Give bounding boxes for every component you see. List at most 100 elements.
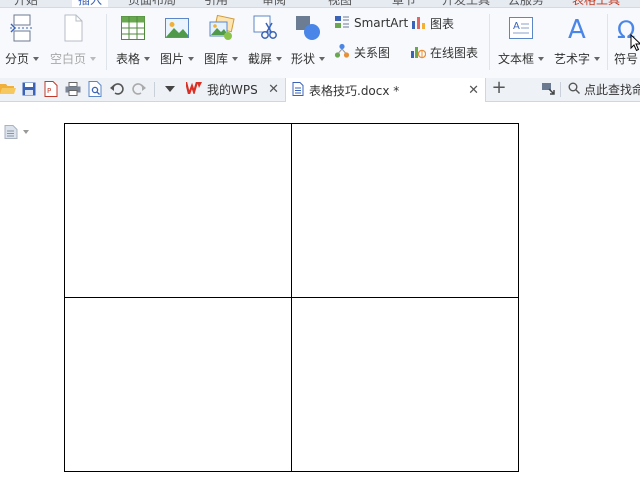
shape-button[interactable]: 形状: [289, 8, 327, 70]
undo-icon[interactable]: [109, 81, 125, 97]
svg-text:A: A: [513, 21, 520, 32]
mouse-cursor-icon: [630, 33, 640, 55]
new-tab-plus-icon[interactable]: +: [490, 77, 508, 98]
menu-tab-developer[interactable]: 开发工具: [442, 0, 490, 7]
table-button[interactable]: 表格: [113, 8, 153, 70]
menu-tab-review[interactable]: 审阅: [262, 0, 286, 7]
gallery-dropdown-caret[interactable]: [232, 56, 238, 61]
page-break-dropdown-caret[interactable]: [33, 56, 39, 61]
relation-chart-button[interactable]: 关系图: [334, 42, 390, 62]
screenshot-dropdown-caret[interactable]: [276, 56, 282, 61]
blank-page-icon: [59, 13, 87, 43]
ribbon-separator: [489, 14, 490, 70]
tab-document-label: 表格技巧.docx *: [309, 83, 400, 98]
tab-my-wps[interactable]: 我的WPS ✕: [180, 78, 285, 101]
shape-dropdown-caret[interactable]: [319, 56, 325, 61]
smartart-button[interactable]: SmartArt: [334, 13, 408, 33]
picture-label: 图片: [159, 52, 184, 66]
page-break-button[interactable]: 分页: [3, 8, 41, 70]
shapes-icon: [294, 13, 322, 43]
gallery-icon: [207, 13, 235, 43]
relation-chart-icon: [334, 43, 350, 62]
table-label: 表格: [115, 52, 140, 66]
table-cell[interactable]: [64, 297, 292, 472]
table-row: [64, 297, 519, 472]
print-preview-icon[interactable]: [87, 81, 103, 97]
ribbon-separator: [106, 14, 107, 70]
textbox-button[interactable]: A 文本框: [496, 8, 546, 70]
relation-chart-label: 关系图: [354, 45, 391, 60]
chart-button[interactable]: 图表: [410, 13, 454, 33]
blank-page-dropdown-caret: [90, 56, 96, 61]
navigation-pane-toggle[interactable]: [4, 125, 29, 139]
workspace-icon[interactable]: [540, 81, 556, 97]
bar-chart-icon: [410, 14, 426, 33]
table-icon: [119, 13, 147, 43]
menu-tab-insert[interactable]: 插入: [72, 0, 109, 7]
document-tab-bar: P 我的WPS ✕ 表格技巧.docx * ✕ + 点此查找命令: [0, 77, 640, 102]
gallery-button[interactable]: 图库: [202, 8, 240, 70]
blank-page-button[interactable]: 空白页: [47, 8, 99, 70]
quick-access-dropdown-icon[interactable]: [161, 81, 177, 97]
smartart-label: SmartArt: [354, 16, 409, 30]
wordart-dropdown-caret[interactable]: [594, 56, 600, 61]
picture-icon: [163, 13, 191, 43]
document-table[interactable]: [64, 123, 519, 472]
menu-tab-page-layout[interactable]: 页面布局: [128, 0, 176, 7]
wordart-label: 艺术字: [553, 52, 590, 66]
ribbon-separator: [607, 14, 608, 70]
menu-tab-cloud[interactable]: 云服务: [508, 0, 544, 7]
scissors-icon: [251, 13, 279, 43]
menu-tab-table-tools[interactable]: 表格工具: [572, 0, 620, 7]
picture-button[interactable]: 图片: [158, 8, 196, 70]
svg-text:A: A: [568, 15, 586, 42]
chevron-down-icon: [23, 130, 29, 134]
document-canvas[interactable]: [0, 102, 640, 480]
menu-tab-strip: 开始 插入 页面布局 引用 审阅 视图 章节 开发工具 云服务 表格工具: [0, 0, 640, 8]
chart-label: 图表: [430, 16, 455, 31]
table-row: [64, 123, 519, 298]
wordart-button[interactable]: A 艺术字: [552, 8, 602, 70]
textbox-label: 文本框: [497, 52, 534, 66]
command-search-box[interactable]: 点此查找命令: [568, 81, 640, 98]
menu-tab-home[interactable]: 开始: [14, 0, 38, 7]
blank-page-label: 空白页: [49, 52, 86, 66]
svg-text:P: P: [47, 87, 51, 95]
open-folder-icon[interactable]: [0, 81, 16, 97]
document-outline-icon: [4, 125, 18, 139]
textbox-icon: A: [507, 13, 535, 43]
menu-tab-references[interactable]: 引用: [204, 0, 228, 7]
export-pdf-icon[interactable]: P: [43, 81, 59, 97]
page-break-icon: [8, 13, 36, 43]
textbox-dropdown-caret[interactable]: [538, 56, 544, 61]
shape-label: 形状: [290, 52, 315, 66]
wps-logo-icon: [184, 81, 202, 98]
picture-dropdown-caret[interactable]: [188, 56, 194, 61]
redo-icon[interactable]: [131, 81, 147, 97]
table-cell[interactable]: [291, 297, 519, 472]
menu-tab-view[interactable]: 视图: [328, 0, 352, 7]
online-chart-label: 在线图表: [430, 45, 479, 60]
insert-ribbon: 分页 空白页 表格 图片 图库 截屏 形状 SmartArt 图表 关系图 在线…: [0, 8, 640, 79]
print-icon[interactable]: [65, 81, 81, 97]
screenshot-button[interactable]: 截屏: [246, 8, 284, 70]
close-tab-icon[interactable]: ✕: [268, 82, 279, 97]
online-chart-button[interactable]: 在线图表: [410, 42, 478, 62]
smartart-icon: [334, 14, 350, 33]
screenshot-label: 截屏: [247, 52, 272, 66]
search-icon: [568, 82, 580, 97]
tab-document[interactable]: 表格技巧.docx * ✕: [285, 78, 486, 102]
toolbar-separator: [560, 82, 561, 97]
table-cell[interactable]: [291, 123, 519, 298]
table-cell[interactable]: [64, 123, 292, 298]
menu-tab-chapter[interactable]: 章节: [392, 0, 416, 7]
tab-my-wps-label: 我的WPS: [207, 83, 258, 97]
table-dropdown-caret[interactable]: [144, 56, 150, 61]
document-file-icon: [292, 81, 304, 99]
save-icon[interactable]: [21, 81, 37, 97]
page-break-label: 分页: [4, 52, 29, 66]
close-tab-icon[interactable]: ✕: [468, 83, 479, 98]
online-chart-icon: [410, 43, 427, 62]
command-search-placeholder: 点此查找命令: [584, 83, 640, 97]
wordart-icon: A: [563, 13, 591, 43]
